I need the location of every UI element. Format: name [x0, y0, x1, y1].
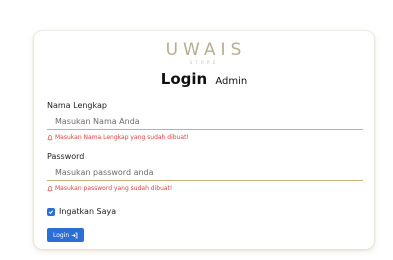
check-icon	[48, 209, 54, 214]
bell-icon	[47, 134, 53, 141]
title-sub: Admin	[215, 76, 248, 87]
login-button-label: Login	[53, 231, 70, 239]
name-error-text: Masukan Nama Lengkap yang sudah dibuat!	[55, 134, 189, 141]
page-title: Login Admin	[34, 69, 374, 88]
sign-in-icon	[71, 232, 78, 238]
brand-sub: STORE	[189, 60, 219, 65]
name-error: Masukan Nama Lengkap yang sudah dibuat!	[47, 134, 189, 141]
brand-name: UWAIS	[165, 40, 247, 60]
password-label: Password	[47, 152, 85, 161]
login-button[interactable]: Login	[47, 228, 85, 242]
remember-label: Ingatkan Saya	[59, 207, 117, 216]
brand-logo: UWAIS STORE	[34, 41, 374, 65]
remember-me: Ingatkan Saya	[47, 207, 116, 216]
password-error: Masukan password yang sudah dibuat!	[47, 185, 172, 192]
name-label: Nama Lengkap	[47, 101, 107, 110]
title-main: Login	[160, 70, 208, 88]
password-input[interactable]	[47, 165, 363, 181]
password-error-text: Masukan password yang sudah dibuat!	[55, 185, 173, 192]
name-input[interactable]	[47, 114, 363, 130]
remember-checkbox[interactable]	[47, 207, 55, 216]
bell-icon	[47, 185, 53, 192]
login-card: UWAIS STORE Login Admin Nama Lengkap Mas…	[34, 31, 374, 249]
